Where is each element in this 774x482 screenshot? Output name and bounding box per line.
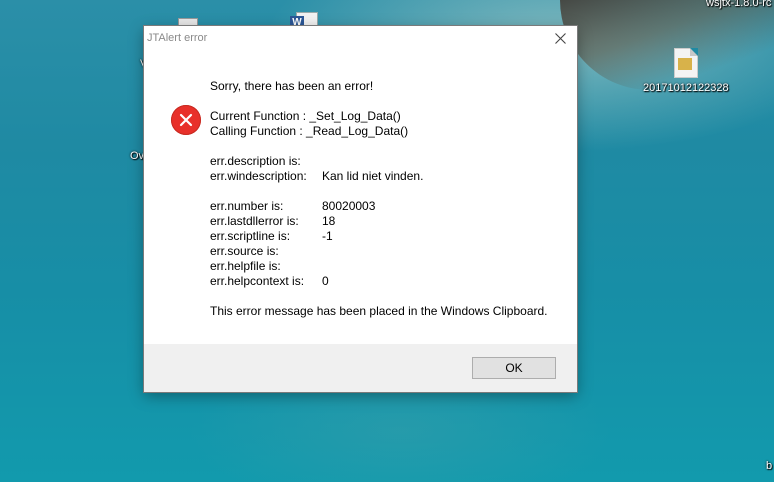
field-value: 0 xyxy=(322,274,329,288)
file-fold-corner xyxy=(690,48,698,56)
close-button[interactable] xyxy=(543,26,577,52)
desktop-label-ov[interactable]: Ov xyxy=(130,150,144,162)
field-label: err.number is: xyxy=(210,199,284,213)
field-label: err.lastdllerror is: xyxy=(210,214,299,228)
clipboard-note: This error message has been placed in th… xyxy=(210,304,548,318)
field-value: -1 xyxy=(322,229,333,243)
error-x-glyph xyxy=(179,113,193,127)
error-icon xyxy=(171,105,201,135)
ok-button[interactable]: OK xyxy=(472,357,556,379)
dialog-title: JTAlert error xyxy=(147,32,208,44)
calling-function-text: Calling Function : _Read_Log_Data() xyxy=(210,124,409,138)
close-icon xyxy=(555,33,566,44)
dialog-footer: OK xyxy=(144,344,577,392)
field-row-description: err.description is: xyxy=(210,154,322,169)
field-label: err.description is: xyxy=(210,154,301,168)
field-label: err.helpcontext is: xyxy=(210,274,305,288)
error-headline: Sorry, there has been an error! xyxy=(210,79,374,93)
current-function-text: Current Function : _Set_Log_Data() xyxy=(210,109,401,123)
field-label: err.helpfile is: xyxy=(210,259,281,273)
desktop-wallpaper-shape xyxy=(560,0,774,90)
field-row-windescription: err.windescription: Kan lid niet vinden. xyxy=(210,169,423,184)
field-value: Kan lid niet vinden. xyxy=(322,169,424,183)
field-label: err.scriptline is: xyxy=(210,229,291,243)
field-row-number: err.number is: 80020003 xyxy=(210,199,375,214)
field-value: 18 xyxy=(322,214,336,228)
dialog-body xyxy=(144,52,577,344)
field-row-source: err.source is: xyxy=(210,244,322,259)
field-row-helpfile: err.helpfile is: xyxy=(210,259,322,274)
desktop-label-b[interactable]: b xyxy=(766,460,772,472)
desktop-label-wsjtx[interactable]: wsjtx-1.8.0-rc xyxy=(706,0,771,9)
field-row-scriptline: err.scriptline is: -1 xyxy=(210,229,333,244)
field-row-lastdllerror: err.lastdllerror is: 18 xyxy=(210,214,335,229)
dialog-titlebar[interactable]: JTAlert error xyxy=(144,26,577,52)
field-label: err.windescription: xyxy=(210,169,307,183)
field-label: err.source is: xyxy=(210,244,279,258)
desktop-label-image-file[interactable]: 20171012122328 xyxy=(643,82,729,94)
file-thumbnail xyxy=(678,58,692,70)
field-row-helpcontext: err.helpcontext is: 0 xyxy=(210,274,329,289)
error-dialog: JTAlert error Sorry, there has been an e… xyxy=(144,26,577,392)
image-file-icon[interactable] xyxy=(674,48,698,78)
field-value: 80020003 xyxy=(322,199,376,213)
